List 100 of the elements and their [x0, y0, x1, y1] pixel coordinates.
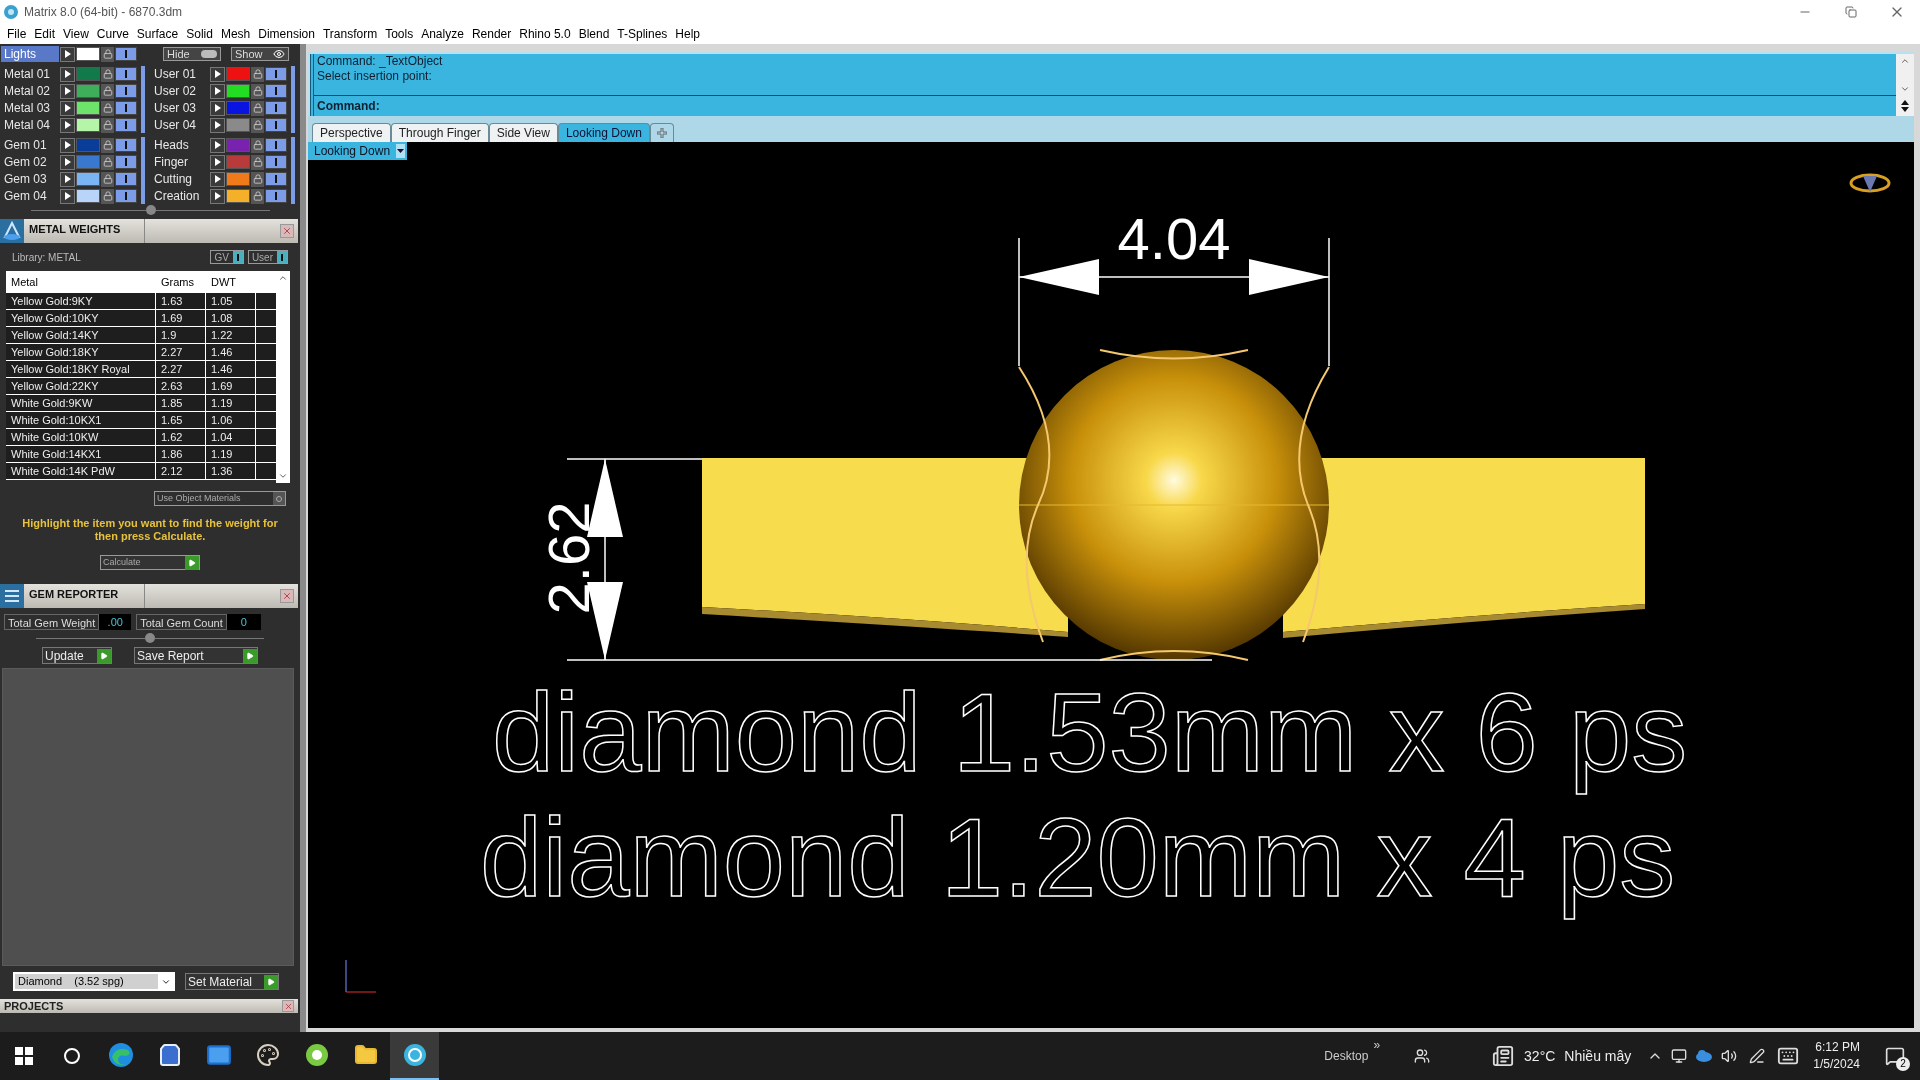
expand-button[interactable]	[210, 66, 225, 82]
expand-button[interactable]	[60, 188, 75, 204]
visibility-toggle[interactable]	[115, 84, 137, 98]
menu-item[interactable]: File	[3, 25, 31, 43]
layer-color-swatch[interactable]	[226, 138, 250, 152]
expand-button[interactable]	[210, 83, 225, 99]
expand-button[interactable]	[60, 154, 75, 170]
expand-button[interactable]	[210, 137, 225, 153]
lock-icon[interactable]	[252, 103, 263, 113]
layer-name[interactable]: Lights	[1, 46, 59, 62]
shopping-bag-icon[interactable]	[157, 1043, 182, 1067]
close-button[interactable]	[280, 224, 294, 238]
visibility-toggle[interactable]	[265, 172, 287, 186]
expand-button[interactable]	[210, 171, 225, 187]
material-dropdown[interactable]: Diamond (3.52 spg)	[13, 972, 175, 991]
lock-icon[interactable]	[102, 174, 113, 184]
folder-icon[interactable]	[353, 1043, 378, 1067]
expand-button[interactable]	[60, 83, 75, 99]
expand-button[interactable]	[210, 100, 225, 116]
menu-item[interactable]: Mesh	[216, 25, 255, 43]
layer-name[interactable]: Gem 02	[1, 154, 59, 170]
layer-name[interactable]: User 01	[151, 66, 209, 82]
save-report-button[interactable]: Save Report	[134, 647, 258, 664]
menu-item[interactable]: Analyze	[417, 25, 468, 43]
menu-item[interactable]: Help	[671, 25, 705, 43]
menu-item[interactable]: View	[59, 25, 93, 43]
layer-color-swatch[interactable]	[76, 155, 100, 169]
collapse-handle[interactable]	[145, 633, 155, 643]
layer-color-swatch[interactable]	[226, 189, 250, 203]
clock-date[interactable]: 1/5/2024	[1813, 1056, 1860, 1073]
menu-item[interactable]: Dimension	[254, 25, 319, 43]
column-header[interactable]: Metal	[6, 273, 156, 291]
lock-icon[interactable]	[252, 120, 263, 130]
pen-icon[interactable]	[1749, 1048, 1766, 1064]
layer-name[interactable]: Finger	[151, 154, 209, 170]
layer-name[interactable]: User 02	[151, 83, 209, 99]
envelope-icon[interactable]	[205, 1042, 232, 1068]
down-arrow-icon[interactable]	[1901, 107, 1909, 112]
menu-item[interactable]: Tools	[381, 25, 418, 43]
lock-icon[interactable]	[252, 140, 263, 150]
layer-name[interactable]: Cutting	[151, 171, 209, 187]
expand-button[interactable]	[60, 100, 75, 116]
app-icon[interactable]	[304, 1043, 329, 1067]
scroll-down-icon[interactable]	[278, 471, 288, 481]
desktop-toolbar-label[interactable]: Desktop	[1324, 1047, 1369, 1065]
visibility-toggle[interactable]	[265, 84, 287, 98]
news-icon[interactable]	[1492, 1045, 1515, 1067]
column-header[interactable]: Grams	[156, 273, 206, 291]
add-tab-button[interactable]	[649, 123, 674, 142]
calculate-button[interactable]: Calculate	[100, 555, 200, 570]
use-object-materials-button[interactable]: Use Object Materials	[154, 491, 286, 506]
scroll-up-icon[interactable]	[1900, 56, 1910, 66]
menu-item[interactable]: Curve	[92, 25, 133, 43]
visibility-toggle[interactable]	[115, 101, 137, 115]
lock-icon[interactable]	[102, 191, 113, 201]
up-arrow-icon[interactable]	[1901, 100, 1909, 105]
visibility-toggle[interactable]	[115, 118, 137, 132]
visibility-toggle[interactable]	[115, 172, 137, 186]
expand-button[interactable]	[60, 137, 75, 153]
weather-text[interactable]: Nhiều mây	[1564, 1045, 1632, 1067]
viewport-menu-button[interactable]: Looking Down	[308, 142, 408, 160]
toggle-button[interactable]: GV	[210, 250, 244, 264]
visibility-toggle[interactable]	[265, 101, 287, 115]
lock-icon[interactable]	[102, 120, 113, 130]
layer-name[interactable]: Metal 01	[1, 66, 59, 82]
layer-name[interactable]: Metal 03	[1, 100, 59, 116]
lock-icon[interactable]	[252, 69, 263, 79]
lock-icon[interactable]	[252, 191, 263, 201]
app-icon[interactable]	[402, 1043, 427, 1067]
menu-item[interactable]: Edit	[30, 25, 60, 43]
layer-color-swatch[interactable]	[76, 189, 100, 203]
visibility-toggle[interactable]	[265, 118, 287, 132]
menu-item[interactable]: Surface	[132, 25, 183, 43]
layer-color-swatch[interactable]	[226, 172, 250, 186]
visibility-toggle[interactable]	[115, 67, 137, 81]
scroll-up-icon[interactable]	[278, 273, 288, 283]
column-header[interactable]: DWT	[206, 273, 256, 291]
expand-button[interactable]	[210, 188, 225, 204]
volume-icon[interactable]	[1721, 1048, 1738, 1064]
viewport[interactable]: Looking Down 4.04 2.62 diamond 1.53mm x 6 ps diamond 1.20mm x 4 ps	[308, 142, 1914, 1028]
layer-name[interactable]: User 03	[151, 100, 209, 116]
keyboard-icon[interactable]	[1777, 1045, 1800, 1067]
people-icon[interactable]	[1414, 1048, 1431, 1064]
update-button[interactable]: Update	[42, 647, 112, 664]
menu-item[interactable]: Solid	[182, 25, 217, 43]
layer-name[interactable]: Gem 04	[1, 188, 59, 204]
lock-icon[interactable]	[102, 103, 113, 113]
visibility-toggle[interactable]	[265, 155, 287, 169]
visibility-toggle[interactable]	[265, 67, 287, 81]
clock-time[interactable]: 6:12 PM	[1815, 1039, 1860, 1056]
lock-icon[interactable]	[252, 86, 263, 96]
lock-icon[interactable]	[102, 69, 113, 79]
view-tab[interactable]: Perspective	[312, 123, 391, 142]
visibility-toggle[interactable]	[265, 138, 287, 152]
expand-button[interactable]	[60, 171, 75, 187]
hide-button[interactable]: Hide	[163, 47, 221, 61]
expand-button[interactable]	[60, 46, 75, 62]
view-tab[interactable]: Through Finger	[390, 123, 489, 142]
lock-icon[interactable]	[102, 49, 113, 59]
view-tab[interactable]: Looking Down	[557, 123, 650, 142]
